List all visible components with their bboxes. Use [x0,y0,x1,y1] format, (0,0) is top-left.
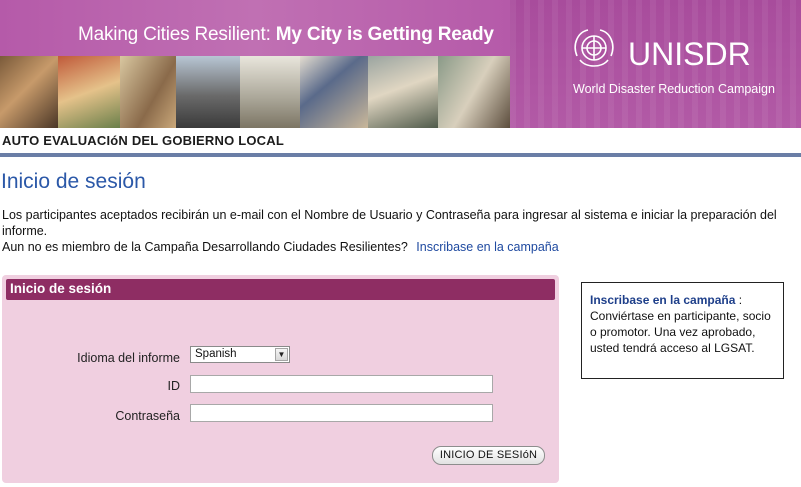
intro-line-2: Aun no es miembro de la Campaña Desarrol… [2,239,792,255]
banner-photo [58,56,120,128]
login-panel-header: Inicio de sesión [6,279,555,300]
signup-box-separator: : [735,293,743,307]
banner-photo [240,56,300,128]
banner-photo [0,56,58,128]
login-button[interactable]: INICIO DE SESIóN [432,446,545,465]
chevron-down-icon[interactable]: ▼ [275,348,288,361]
banner-title: Making Cities Resilient: My City is Gett… [78,24,494,45]
login-panel-title: Inicio de sesión [10,281,112,296]
login-panel: Inicio de sesión Idioma del informe Span… [2,275,559,483]
section-header: AUTO EVALUACIóN DEL GOBIERNO LOCAL [0,131,801,153]
banner-photo [368,56,438,128]
logo-name: UNISDR [628,36,751,72]
id-label: ID [167,379,181,393]
section-title: AUTO EVALUACIóN DEL GOBIERNO LOCAL [2,133,284,148]
language-select[interactable]: Spanish ▼ [190,346,290,363]
password-input[interactable] [190,404,493,422]
language-label: Idioma del informe [77,351,180,365]
banner-photo [300,56,368,128]
id-input[interactable] [190,375,493,393]
section-divider [0,153,801,157]
banner-photo [120,56,176,128]
page-title: Inicio de sesión [1,170,146,193]
signup-info-box: Inscribase en la campaña : Conviértase e… [581,282,784,379]
signup-box-text: Conviértase en participante, socio o pro… [590,309,771,355]
header-banner: Making Cities Resilient: My City is Gett… [0,0,801,128]
signup-box-link[interactable]: Inscribase en la campaña [590,293,735,307]
intro-line-1: Los participantes aceptados recibirán un… [2,208,777,238]
intro-text: Los participantes aceptados recibirán un… [2,207,792,255]
intro-question: Aun no es miembro de la Campaña Desarrol… [2,240,408,254]
language-selected-value: Spanish [195,348,237,360]
banner-photo-strip [0,56,510,128]
password-label: Contraseña [115,409,180,423]
signup-link[interactable]: Inscribase en la campaña [416,240,558,254]
logo-tagline: World Disaster Reduction Campaign [573,82,775,96]
un-emblem-icon [574,29,614,67]
banner-photo [176,56,240,128]
banner-photo [438,56,510,128]
